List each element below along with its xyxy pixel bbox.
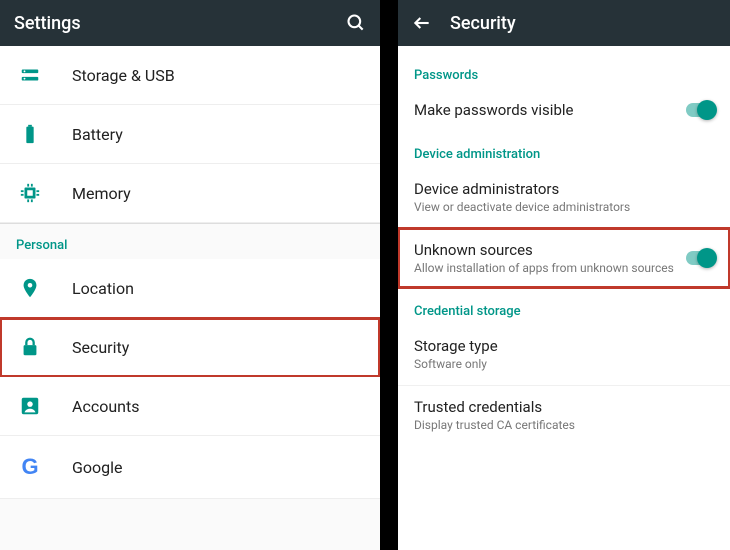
section-header-device-admin: Device administration — [398, 131, 730, 168]
entry-primary: Device administrators — [414, 180, 714, 198]
entry-unknown-sources[interactable]: Unknown sources Allow installation of ap… — [398, 228, 730, 289]
list-item-google[interactable]: G Google — [0, 436, 380, 499]
account-icon — [16, 395, 44, 417]
list-item-label: Security — [72, 338, 129, 357]
settings-list[interactable]: Storage & USB Battery Memory Personal Lo… — [0, 46, 380, 550]
entry-secondary: Display trusted CA certificates — [414, 418, 714, 434]
entry-storage-type[interactable]: Storage type Software only — [398, 325, 730, 385]
battery-icon — [16, 123, 44, 145]
entry-primary: Trusted credentials — [414, 398, 714, 416]
back-icon[interactable] — [412, 13, 432, 33]
entry-primary: Unknown sources — [414, 241, 678, 259]
entry-passwords-visible[interactable]: Make passwords visible — [398, 89, 730, 131]
list-item-label: Accounts — [72, 397, 139, 416]
search-icon[interactable] — [346, 13, 366, 33]
section-header-passwords: Passwords — [398, 52, 730, 89]
security-list[interactable]: Passwords Make passwords visible Device … — [398, 46, 730, 550]
settings-panel: Settings Storage & USB Battery Memory Pe… — [0, 0, 380, 550]
memory-icon — [16, 182, 44, 204]
settings-title: Settings — [14, 13, 328, 34]
list-item-location[interactable]: Location — [0, 259, 380, 318]
list-item-label: Google — [72, 458, 123, 477]
entry-primary: Make passwords visible — [414, 101, 678, 119]
location-icon — [16, 277, 44, 299]
section-header-personal: Personal — [0, 224, 380, 259]
toggle-switch[interactable] — [686, 251, 714, 265]
list-item-label: Location — [72, 279, 134, 298]
security-panel: Security Passwords Make passwords visibl… — [398, 0, 730, 550]
security-appbar: Security — [398, 0, 730, 46]
list-item-label: Battery — [72, 125, 123, 144]
entry-secondary: View or deactivate device administrators — [414, 200, 714, 216]
settings-appbar: Settings — [0, 0, 380, 46]
list-item-storage[interactable]: Storage & USB — [0, 46, 380, 105]
entry-primary: Storage type — [414, 337, 714, 355]
section-header-credential-storage: Credential storage — [398, 288, 730, 325]
entry-device-admins[interactable]: Device administrators View or deactivate… — [398, 168, 730, 228]
panel-divider — [380, 0, 398, 550]
google-icon: G — [16, 454, 44, 480]
entry-secondary: Software only — [414, 357, 714, 373]
list-item-label: Storage & USB — [72, 66, 175, 85]
storage-icon — [16, 64, 44, 86]
entry-trusted-credentials[interactable]: Trusted credentials Display trusted CA c… — [398, 385, 730, 446]
lock-icon — [16, 336, 44, 358]
toggle-switch[interactable] — [686, 103, 714, 117]
list-item-memory[interactable]: Memory — [0, 164, 380, 223]
list-item-label: Memory — [72, 184, 131, 203]
list-item-battery[interactable]: Battery — [0, 105, 380, 164]
security-title: Security — [450, 13, 716, 34]
list-item-security[interactable]: Security — [0, 318, 380, 377]
entry-secondary: Allow installation of apps from unknown … — [414, 261, 678, 277]
list-item-accounts[interactable]: Accounts — [0, 377, 380, 436]
